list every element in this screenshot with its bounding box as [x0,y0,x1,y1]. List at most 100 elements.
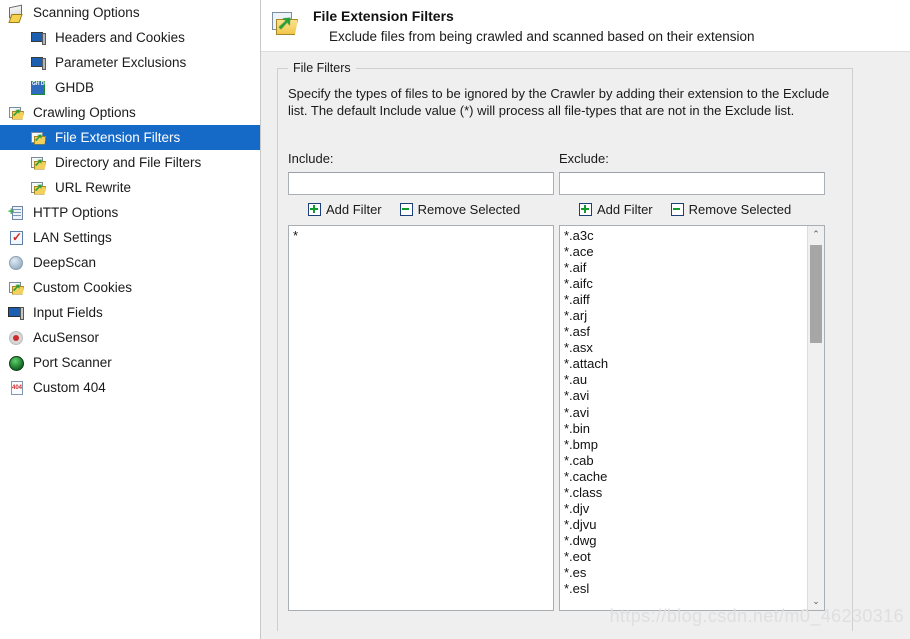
list-item[interactable]: *.aiff [564,292,807,308]
exclude-column: Exclude: Add Filter Remove Selected *.a3… [559,151,829,611]
list-item[interactable]: *.avi [564,388,807,404]
exclude-remove-selected-label: Remove Selected [688,202,792,217]
exclude-remove-selected-button[interactable]: Remove Selected [670,202,792,217]
sidebar-item-custom-cookies[interactable]: ➚ Custom Cookies [0,275,260,300]
sidebar-item-label: DeepScan [33,255,97,270]
monitor-icon [30,54,48,72]
list-item[interactable]: *.a3c [564,228,807,244]
folder-arrow-icon: ➚ [30,179,48,197]
list-item[interactable]: *.avi [564,405,807,421]
sidebar-item-label: URL Rewrite [55,180,132,195]
sidebar-item-label: Headers and Cookies [55,30,185,45]
sidebar-item-label: Custom 404 [33,380,106,395]
sidebar-item-label: Input Fields [33,305,103,320]
list-item[interactable]: *.dwg [564,533,807,549]
main-panel: ➚ File Extension Filters Exclude files f… [261,0,910,639]
list-item[interactable]: *.djvu [564,517,807,533]
green-arrow-icon: ➚ [12,106,22,119]
sidebar-item-label: File Extension Filters [55,130,181,145]
list-item[interactable]: *.djv [564,501,807,517]
folder-arrow-icon: ➚ [8,104,26,122]
include-column: Include: Add Filter Remove Selected * [288,151,558,611]
exclude-add-filter-button[interactable]: Add Filter [579,202,653,217]
folder-arrow-icon: ➚ [30,154,48,172]
green-arrow-icon: ➚ [34,181,44,194]
sidebar-item-http-options[interactable]: + HTTP Options [0,200,260,225]
exclude-button-row: Add Filter Remove Selected [559,202,829,217]
exclude-label: Exclude: [559,151,609,166]
monitor-icon [30,29,48,47]
list-item[interactable]: *.eot [564,549,807,565]
list-item[interactable]: *.aif [564,260,807,276]
sidebar-item-label: Parameter Exclusions [55,55,187,70]
scroll-up-arrow-icon[interactable]: ⌃ [808,226,824,243]
list-item[interactable]: *.arj [564,308,807,324]
globe-icon [8,254,26,272]
custom-404-icon [8,379,26,397]
list-item[interactable]: *.class [564,485,807,501]
file-filters-groupbox: File Filters Specify the types of files … [277,61,853,633]
sidebar-item-headers-and-cookies[interactable]: Headers and Cookies [0,25,260,50]
list-item[interactable]: * [293,228,553,244]
ghdb-icon [30,79,48,97]
include-remove-selected-button[interactable]: Remove Selected [399,202,521,217]
bottom-strip [261,631,910,639]
page-header: ➚ File Extension Filters Exclude files f… [261,0,910,52]
include-add-filter-button[interactable]: Add Filter [308,202,382,217]
sidebar-item-label: Custom Cookies [33,280,133,295]
sidebar-item-label: Scanning Options [33,5,140,20]
sidebar-item-label: Crawling Options [33,105,136,120]
sidebar-item-ghdb[interactable]: GH DB [0,75,260,100]
exclude-input[interactable] [559,172,825,195]
scrollbar-thumb[interactable] [810,245,822,343]
sidebar-item-label: Port Scanner [33,355,112,370]
groupbox-title: File Filters [288,61,356,75]
list-item[interactable]: *.bmp [564,437,807,453]
list-item[interactable]: *.asf [564,324,807,340]
plus-icon [579,203,592,216]
list-item[interactable]: *.cab [564,453,807,469]
include-add-filter-label: Add Filter [326,202,382,217]
list-item[interactable]: *.esl [564,581,807,597]
sidebar-item-input-fields[interactable]: Input Fields [0,300,260,325]
sidebar-item-acusensor[interactable]: AcuSensor [0,325,260,350]
list-item[interactable]: *.bin [564,421,807,437]
include-remove-selected-label: Remove Selected [417,202,521,217]
green-arrow-icon: ➚ [12,281,22,294]
sidebar-item-label: Directory and File Filters [55,155,202,170]
list-item[interactable]: *.es [564,565,807,581]
sidebar-item-url-rewrite[interactable]: ➚ URL Rewrite [0,175,260,200]
lan-settings-icon [8,229,26,247]
sidebar-item-crawling-options[interactable]: ➚ Crawling Options [0,100,260,125]
exclude-listbox[interactable]: *.a3c *.ace *.aif *.aifc *.aiff *.arj *.asf *.a… [559,225,825,611]
folder-arrow-icon: ➚ [8,279,26,297]
list-item[interactable]: *.asx [564,340,807,356]
sidebar-item-directory-and-file-filters[interactable]: ➚ Directory and File Filters [0,150,260,175]
settings-sidebar: Scanning Options Headers and Cookies Param… [0,0,261,639]
sidebar-item-custom-404[interactable]: Custom 404 [0,375,260,400]
sidebar-item-label: LAN Settings [33,230,112,245]
include-input[interactable] [288,172,554,195]
green-arrow-icon: ➚ [34,156,44,169]
include-listbox[interactable]: * [288,225,554,611]
sidebar-item-parameter-exclusions[interactable]: Parameter Exclusions [0,50,260,75]
groupbox-description: Specify the types of files to be ignored… [288,86,830,118]
http-options-icon: + [8,204,26,222]
list-item[interactable]: *.au [564,372,807,388]
sidebar-item-label: GHDB [55,80,95,95]
sidebar-item-lan-settings[interactable]: LAN Settings [0,225,260,250]
sidebar-item-scanning-options[interactable]: Scanning Options [0,0,260,25]
list-item[interactable]: *.attach [564,356,807,372]
list-item[interactable]: *.aifc [564,276,807,292]
list-item[interactable]: *.ace [564,244,807,260]
include-list-items: * [289,226,553,610]
header-text-block: File Extension Filters Exclude files fro… [313,5,755,46]
page-subtitle: Exclude files from being crawled and sca… [329,29,755,44]
sidebar-item-port-scanner[interactable]: Port Scanner [0,350,260,375]
sidebar-item-deepscan[interactable]: DeepScan [0,250,260,275]
exclude-list-scrollbar[interactable]: ⌃ ⌄ [807,226,824,610]
list-item[interactable]: *.cache [564,469,807,485]
acusensor-icon [8,329,26,347]
sidebar-item-file-extension-filters[interactable]: ➚ File Extension Filters [0,125,260,150]
scroll-down-arrow-icon[interactable]: ⌄ [808,593,824,610]
